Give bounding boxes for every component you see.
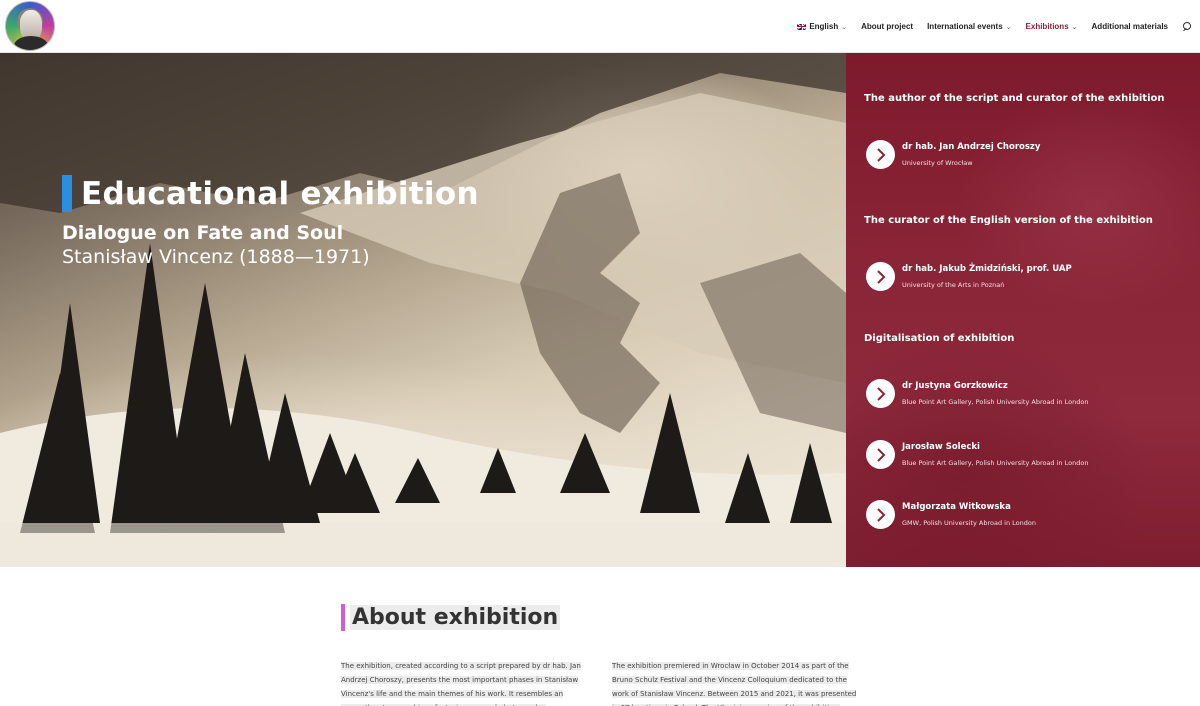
nav-item-exhibitions[interactable]: Exhibitions ⌄ (1026, 22, 1078, 31)
section-heading-author: The author of the script and curator of … (864, 93, 1165, 104)
nav-item-international-events[interactable]: International events ⌄ (927, 22, 1011, 31)
section-heading-english-curator: The curator of the English version of th… (864, 215, 1153, 226)
portrait-logo-icon[interactable] (5, 1, 55, 51)
nav-label: About project (861, 22, 914, 31)
hero-title: Educational exhibition (81, 175, 479, 212)
person-affiliation: Blue Point Art Gallery, Polish Universit… (902, 398, 1089, 406)
hero-image: Educational exhibition Dialogue on Fate … (0, 53, 846, 567)
person-affiliation: University of Wrocław (902, 159, 973, 167)
chevron-right-icon[interactable] (866, 500, 895, 529)
about-accent-bar (341, 604, 345, 631)
hero-accent-bar (62, 175, 72, 212)
person-choroszy: dr hab. Jan Andrzej Choroszy University … (866, 140, 1040, 169)
hero-subtitle-bold: Dialogue on Fate and Soul (62, 222, 344, 244)
person-solecki: Jarosław Solecki Blue Point Art Gallery,… (866, 440, 1088, 469)
about-column-2: The exhibition premiered in Wrocław in O… (612, 659, 857, 706)
section-heading-digitalisation: Digitalisation of exhibition (864, 333, 1015, 344)
person-name: dr hab. Jakub Żmidziński, prof. UAP (902, 264, 1072, 274)
nav-item-additional-materials[interactable]: Additional materials (1092, 22, 1168, 31)
nav-label: Additional materials (1091, 22, 1168, 31)
chevron-down-icon: ⌄ (1005, 23, 1012, 31)
person-affiliation: Blue Point Art Gallery, Polish Universit… (902, 459, 1089, 467)
person-name: dr hab. Jan Andrzej Choroszy (902, 142, 1041, 152)
about-text-2: The exhibition premiered in Wrocław in O… (612, 662, 857, 706)
chevron-right-icon[interactable] (866, 440, 895, 469)
logo-shoulders (14, 36, 48, 50)
main-nav: English ⌄ About project International ev… (796, 0, 1192, 53)
nav-label: International events (927, 22, 1003, 31)
person-text: dr Justyna Gorzkowicz Blue Point Art Gal… (902, 381, 1088, 406)
chevron-down-icon: ⌄ (1071, 23, 1078, 31)
hero-subtitle: Stanisław Vincenz (1888—1971) (62, 246, 370, 268)
mountain-landscape-illustration (0, 53, 846, 567)
person-text: dr hab. Jakub Żmidziński, prof. UAP Univ… (902, 264, 1072, 289)
person-text: Małgorzata Witkowska GMW, Polish Univers… (902, 502, 1036, 527)
person-text: Jarosław Solecki Blue Point Art Gallery,… (902, 442, 1088, 467)
person-name: Małgorzata Witkowska (902, 502, 1011, 512)
about-column-1: The exhibition, created according to a s… (341, 659, 586, 706)
person-name: Jarosław Solecki (902, 442, 980, 452)
credits-panel: The author of the script and curator of … (846, 53, 1200, 567)
person-affiliation: University of the Arts in Poznań (902, 281, 1005, 289)
hero-text-block: Educational exhibition Dialogue on Fate … (62, 175, 479, 268)
nav-item-about-project[interactable]: About project (861, 22, 913, 31)
chevron-down-icon: ⌄ (841, 23, 848, 31)
about-text-1: The exhibition, created according to a s… (341, 662, 581, 706)
person-zmidzinski: dr hab. Jakub Żmidziński, prof. UAP Univ… (866, 262, 1072, 291)
person-affiliation: GMW, Polish University Abroad in London (902, 519, 1036, 527)
person-text: dr hab. Jan Andrzej Choroszy University … (902, 142, 1040, 167)
person-name: dr Justyna Gorzkowicz (902, 381, 1008, 391)
chevron-right-icon[interactable] (866, 140, 895, 169)
site-header: English ⌄ About project International ev… (0, 0, 1200, 53)
person-witkowska: Małgorzata Witkowska GMW, Polish Univers… (866, 500, 1036, 529)
about-title: About exhibition (350, 605, 561, 630)
about-title-wrap: About exhibition (341, 604, 561, 631)
nav-label: English (809, 22, 839, 31)
hero-title-wrap: Educational exhibition (62, 175, 479, 212)
nav-label: Exhibitions (1025, 22, 1069, 31)
uk-flag-icon (796, 23, 807, 30)
search-icon[interactable] (1182, 21, 1192, 32)
nav-item-english[interactable]: English ⌄ (796, 22, 848, 31)
chevron-right-icon[interactable] (866, 262, 895, 291)
person-gorzkowicz: dr Justyna Gorzkowicz Blue Point Art Gal… (866, 379, 1088, 408)
chevron-right-icon[interactable] (866, 379, 895, 408)
